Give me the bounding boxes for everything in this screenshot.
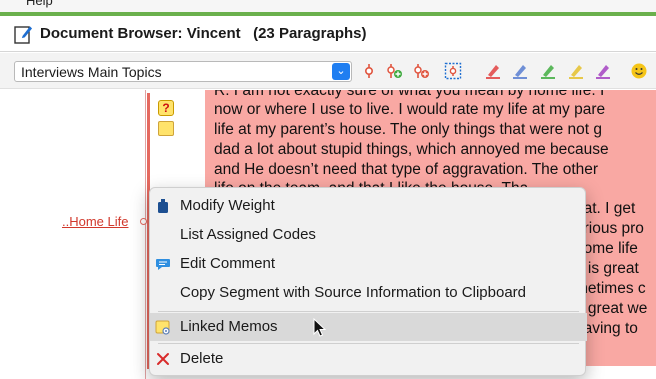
highlighter-purple-icon[interactable] <box>594 62 612 80</box>
app-menu-bar: Help <box>0 0 656 12</box>
chevron-down-icon[interactable]: ⌄ <box>332 63 350 80</box>
menu-item-copy-segment[interactable]: Copy Segment with Source Information to … <box>150 279 587 307</box>
menu-item-delete[interactable]: Delete <box>150 345 587 373</box>
code-label-home-life[interactable]: ..Home Life <box>62 214 128 229</box>
code-system-select-value: Interviews Main Topics <box>21 64 162 80</box>
delete-x-icon <box>157 353 169 365</box>
toolbar: Interviews Main Topics ⌄ <box>0 53 656 89</box>
context-menu: Modify Weight List Assigned Codes Edit C… <box>149 187 587 376</box>
paragraph-line: now or where I use to live. I would rate… <box>214 101 606 118</box>
highlighter-yellow-icon[interactable] <box>567 62 585 80</box>
menu-item-list-assigned-codes[interactable]: List Assigned Codes <box>150 221 587 249</box>
menu-item-edit-comment[interactable]: Edit Comment <box>150 250 587 278</box>
menu-item-label: List Assigned Codes <box>180 226 316 243</box>
menu-separator <box>158 311 579 312</box>
highlighter-red-icon[interactable] <box>484 62 502 80</box>
code-marker-dot <box>140 218 147 225</box>
paragraph-line: life at my parent’s house. The only thin… <box>214 121 603 138</box>
weight-icon <box>158 199 168 213</box>
menu-item-label: Linked Memos <box>180 318 278 335</box>
mouse-pointer-icon <box>313 318 327 337</box>
code-selection-icon[interactable] <box>444 62 462 80</box>
paragraph-line: and He doesn’t need that type of aggrava… <box>214 161 599 178</box>
paragraph-line: R: I am not exactly sure of what you mea… <box>214 90 605 99</box>
menu-separator <box>158 343 579 344</box>
highlighter-green-icon[interactable] <box>539 62 557 80</box>
code-icon[interactable] <box>360 62 378 80</box>
highlighter-blue-icon[interactable] <box>511 62 529 80</box>
paragraph-line: dad a lot about stupid things, which ann… <box>214 141 609 158</box>
linked-memo-icon <box>155 320 170 335</box>
menu-item-modify-weight[interactable]: Modify Weight <box>150 192 587 220</box>
menu-item-label: Modify Weight <box>180 197 275 214</box>
window-titlebar: Document Browser: Vincent (23 Paragraphs… <box>0 16 656 52</box>
code-with-new-code-icon[interactable] <box>412 62 430 80</box>
menu-item-label: Copy Segment with Source Information to … <box>180 284 527 301</box>
window-title: Document Browser: Vincent (23 Paragraphs… <box>40 25 367 42</box>
question-memo-icon[interactable]: ? <box>158 100 174 116</box>
comment-icon <box>156 259 170 270</box>
coding-column-line <box>145 90 146 379</box>
menu-item-label: Delete <box>180 350 224 367</box>
menu-help[interactable]: Help <box>26 0 53 8</box>
menu-item-linked-memos[interactable]: Linked Memos <box>150 313 587 341</box>
document-edit-icon <box>14 26 32 44</box>
add-code-icon[interactable] <box>385 62 403 80</box>
code-system-select[interactable]: Interviews Main Topics ⌄ <box>14 61 352 82</box>
menu-item-label: Edit Comment <box>180 255 276 272</box>
memo-icon[interactable] <box>158 121 174 136</box>
emoticode-icon[interactable] <box>630 62 648 80</box>
